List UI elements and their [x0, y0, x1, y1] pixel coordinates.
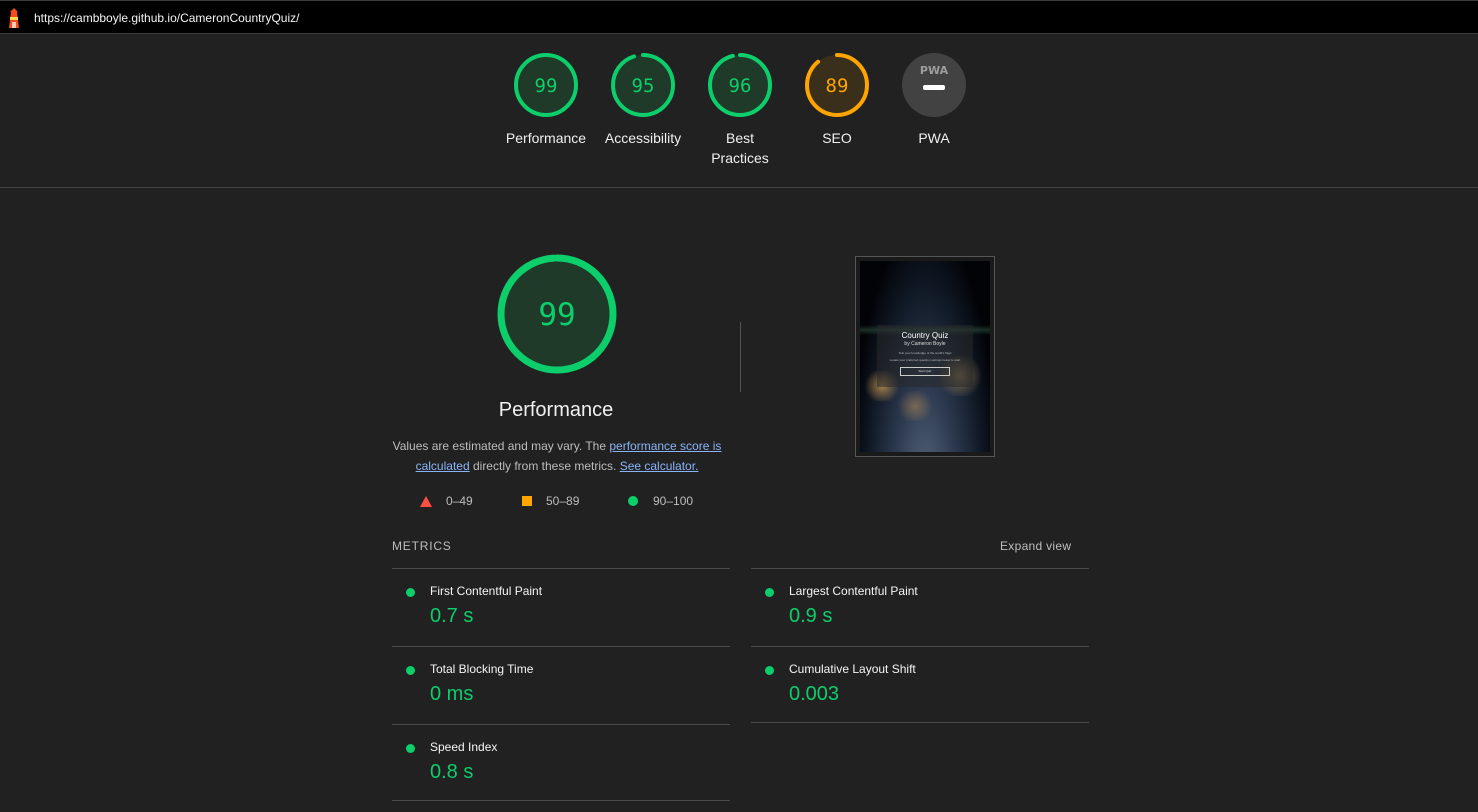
- gauge-performance[interactable]: 99 Performance: [496, 52, 596, 148]
- score-ring: 99: [514, 53, 578, 117]
- screenshot-title: Country Quiz: [901, 331, 949, 340]
- gauge-score: 96: [729, 75, 752, 97]
- gauge-score: 99: [535, 75, 558, 97]
- triangle-icon: [420, 496, 432, 507]
- performance-description: Values are estimated and may vary. The p…: [392, 436, 722, 476]
- square-icon: [522, 496, 532, 506]
- gauge-pwa[interactable]: PWA PWA: [884, 52, 984, 148]
- gauge-label: Best Practices: [711, 130, 769, 166]
- metric-value: 0.003: [789, 683, 840, 705]
- metric-first-contentful-paint: First Contentful Paint 0.7 s: [392, 568, 730, 646]
- metrics-heading: METRICS: [392, 539, 452, 553]
- gauge-score: 89: [826, 75, 849, 97]
- screenshot-card: Country Quiz by Cameron Boyle Test your …: [877, 325, 973, 387]
- pass-circle-icon: [765, 588, 774, 597]
- gauge-score: 95: [632, 75, 655, 97]
- category-gauges: 99 Performance 95 Accessibility 96 Best …: [0, 34, 1478, 188]
- url-bar: https://cambboyle.github.io/CameronCount…: [0, 0, 1478, 34]
- final-screenshot[interactable]: Country Quiz by Cameron Boyle Test your …: [855, 256, 995, 457]
- lighthouse-logo-icon: [9, 8, 19, 28]
- screenshot-line1: Test your knowledge of the world's flags: [898, 351, 952, 355]
- legend-range: 0–49: [446, 494, 473, 508]
- gauge-label: SEO: [822, 130, 852, 146]
- expand-view-button[interactable]: Expand view: [1000, 539, 1071, 553]
- see-calculator-link[interactable]: See calculator.: [620, 459, 699, 473]
- gauge-label: Performance: [505, 130, 587, 146]
- desc-text: directly from these metrics.: [469, 459, 620, 473]
- pass-circle-icon: [765, 666, 774, 675]
- desc-text: Values are estimated and may vary. The: [392, 439, 610, 453]
- metric-title: Cumulative Layout Shift: [789, 662, 916, 676]
- page-url[interactable]: https://cambboyle.github.io/CameronCount…: [34, 11, 299, 25]
- score-ring: 95: [611, 53, 675, 117]
- score-ring: 96: [708, 53, 772, 117]
- circle-icon: [628, 496, 638, 506]
- pwa-badge-icon: PWA: [902, 53, 966, 117]
- performance-score-gauge: 99: [497, 254, 617, 374]
- screenshot-button: Start Quiz: [900, 367, 950, 376]
- metric-total-blocking-time: Total Blocking Time 0 ms: [392, 646, 730, 724]
- gauge-accessibility[interactable]: 95 Accessibility: [593, 52, 693, 148]
- screenshot-image: Country Quiz by Cameron Boyle Test your …: [860, 261, 990, 452]
- screenshot-subtitle: by Cameron Boyle: [904, 341, 946, 347]
- metric-largest-contentful-paint: Largest Contentful Paint 0.9 s: [751, 568, 1089, 646]
- pass-circle-icon: [406, 666, 415, 675]
- pass-circle-icon: [406, 744, 415, 753]
- score-ring: 89: [805, 53, 869, 117]
- divider: [751, 722, 1089, 723]
- gauge-best-practices[interactable]: 96 Best Practices: [690, 52, 790, 168]
- gauge-seo[interactable]: 89 SEO: [787, 52, 887, 148]
- metric-value: 0 ms: [430, 683, 474, 705]
- pwa-badge-text: PWA: [920, 64, 949, 77]
- metric-speed-index: Speed Index 0.8 s: [392, 724, 730, 802]
- legend-range: 50–89: [546, 494, 580, 508]
- metric-title: Total Blocking Time: [430, 662, 534, 676]
- divider: [392, 800, 730, 801]
- metric-title: Largest Contentful Paint: [789, 584, 918, 598]
- gauge-label: PWA: [918, 130, 950, 146]
- divider: [740, 322, 741, 392]
- legend-range: 90–100: [653, 494, 694, 508]
- pass-circle-icon: [406, 588, 415, 597]
- gauge-label: Accessibility: [604, 130, 682, 146]
- screenshot-line2: Locate your preferred question settings …: [889, 358, 961, 362]
- metric-title: Speed Index: [430, 740, 498, 754]
- metric-value: 0.7 s: [430, 605, 474, 627]
- metric-value: 0.8 s: [430, 761, 474, 783]
- metric-title: First Contentful Paint: [430, 584, 543, 598]
- metric-value: 0.9 s: [789, 605, 833, 627]
- metric-cumulative-layout-shift: Cumulative Layout Shift 0.003: [751, 646, 1089, 724]
- performance-title: Performance: [498, 399, 614, 421]
- performance-score: 99: [538, 297, 575, 333]
